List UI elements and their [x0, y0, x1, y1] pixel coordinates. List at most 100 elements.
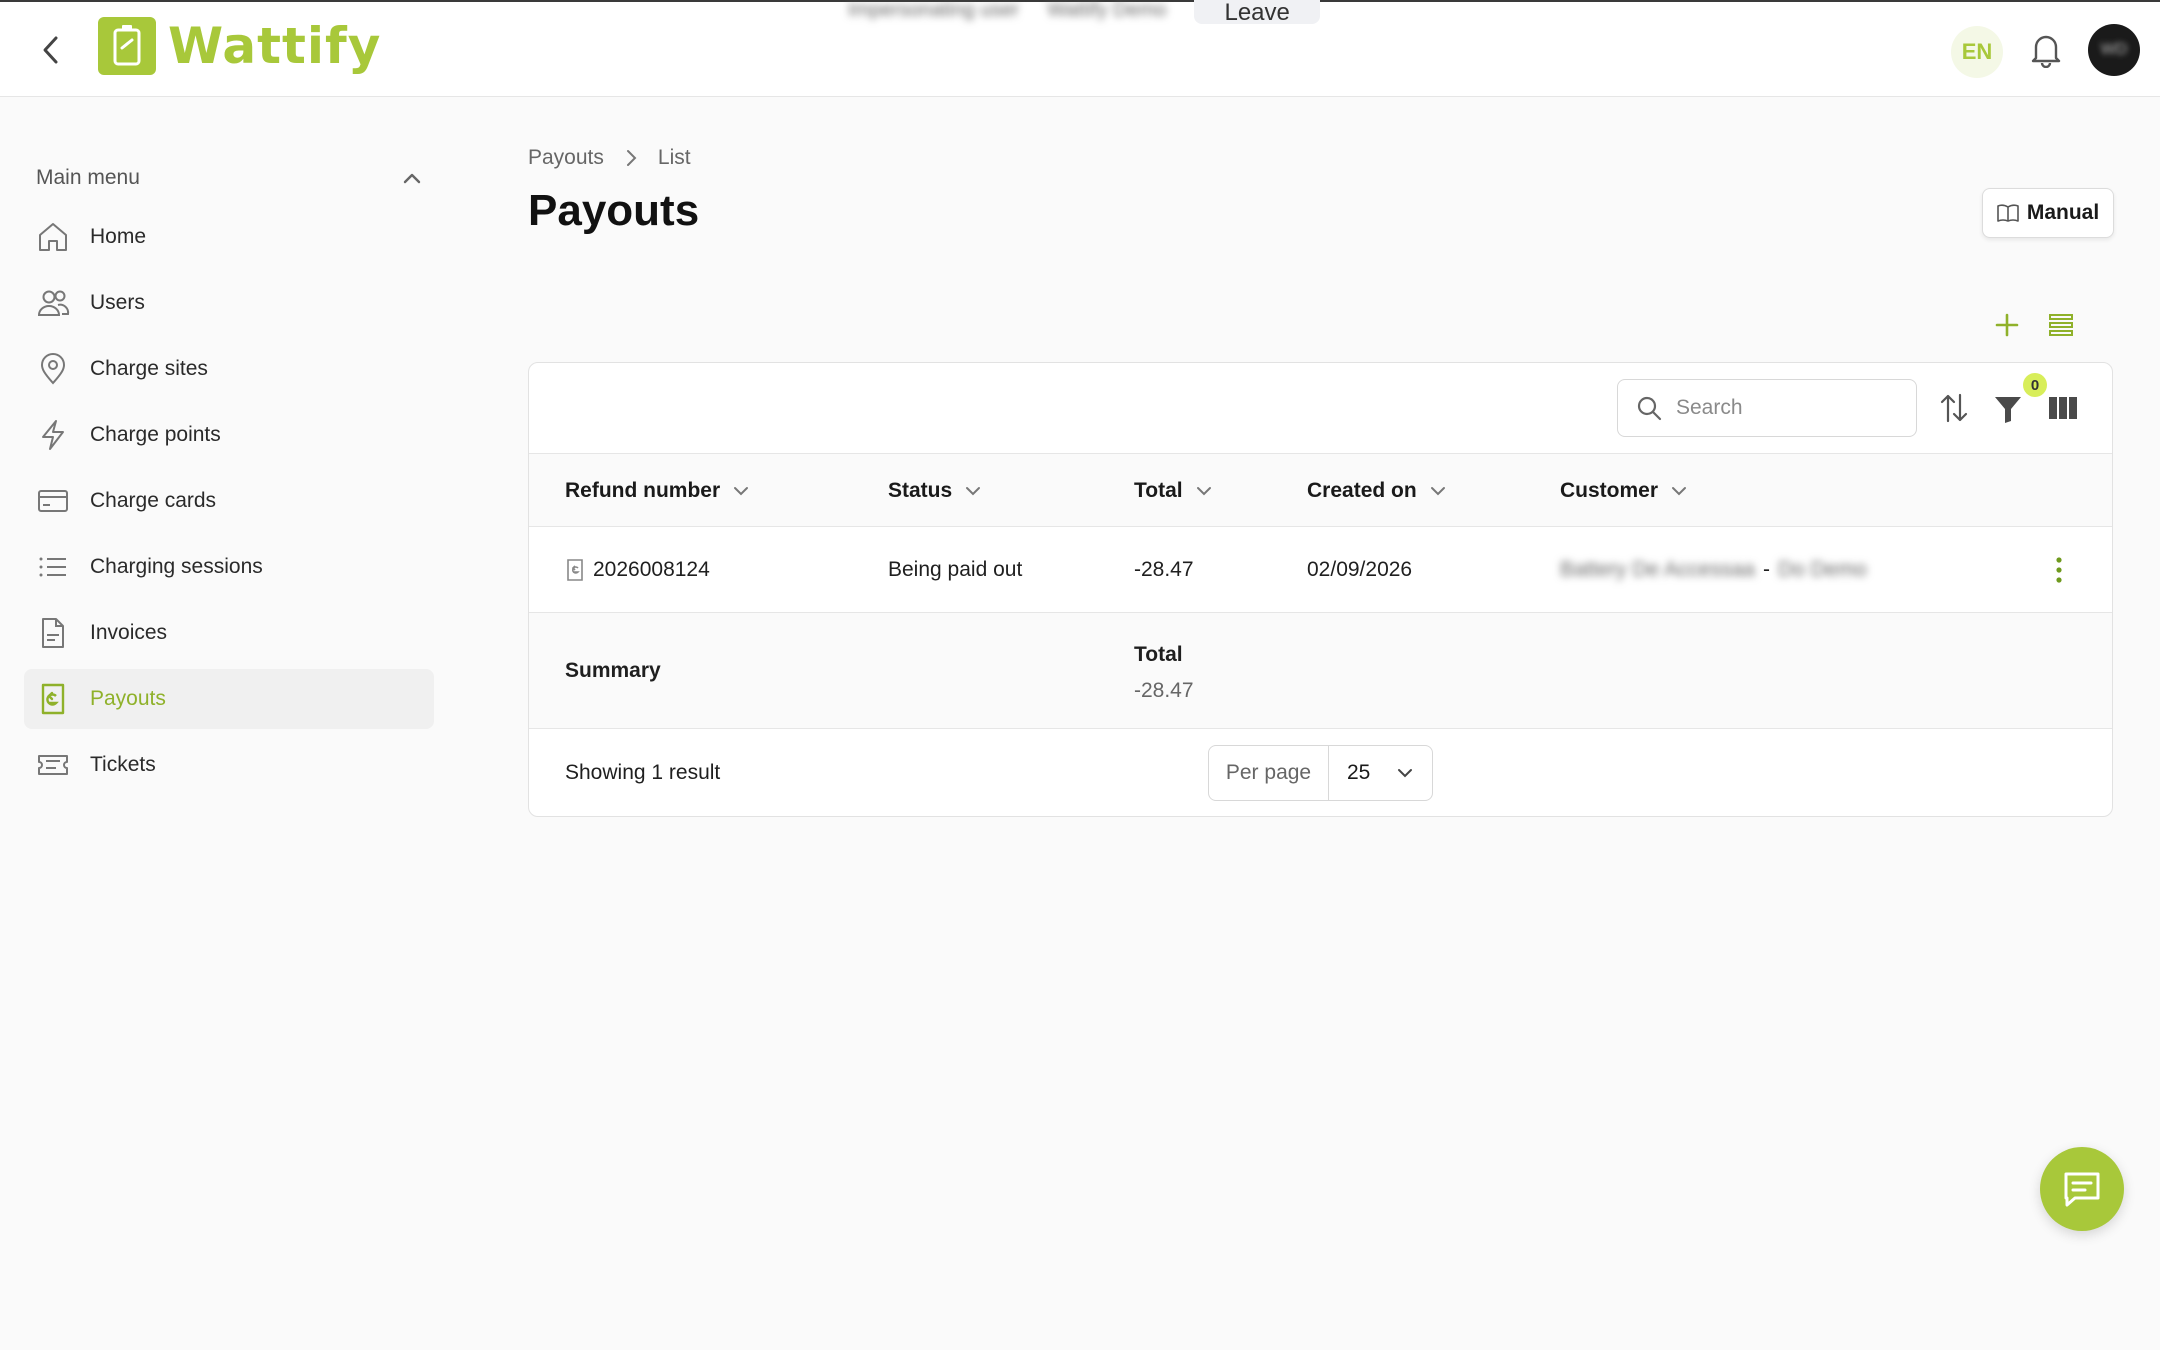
column-header-total[interactable]: Total: [1134, 454, 1213, 528]
chevron-up-icon: [403, 173, 421, 184]
columns-button[interactable]: [2047, 393, 2079, 423]
column-header-status[interactable]: Status: [888, 454, 982, 528]
summary-row: Summary Total -28.47: [529, 613, 2112, 729]
sidebar-item-label: Users: [90, 291, 145, 314]
user-avatar[interactable]: WD: [2088, 24, 2140, 76]
sidebar-item-charge-points[interactable]: Charge points: [24, 405, 434, 465]
home-icon: [39, 223, 67, 251]
notifications-button[interactable]: [2030, 32, 2062, 69]
top-bar: Impersonating user Wattify Demo Leave Wa…: [0, 0, 2160, 97]
sidebar-item-charge-sites[interactable]: Charge sites: [24, 339, 434, 399]
breadcrumb-payouts-link[interactable]: Payouts: [528, 146, 604, 170]
filter-count-badge: 0: [2023, 373, 2047, 397]
impersonated-user-name: Wattify Demo: [1047, 0, 1167, 21]
column-header-label: Total: [1134, 479, 1183, 502]
logo-text: Wattify: [168, 17, 382, 75]
manual-button[interactable]: Manual: [1982, 188, 2114, 238]
column-header-customer[interactable]: Customer: [1560, 454, 1688, 528]
payouts-table-card: 0 Refund number Status Total Created on: [528, 362, 2113, 817]
avatar-initials: WD: [2100, 41, 2128, 58]
card-icon: [38, 490, 68, 512]
breadcrumb-current: List: [657, 146, 691, 169]
page-title: Payouts: [528, 186, 700, 235]
created-on-cell: 02/09/2026: [1307, 558, 1413, 581]
sidebar-item-tickets[interactable]: Tickets: [24, 735, 434, 795]
sidebar-item-label: Invoices: [90, 621, 168, 644]
total-cell: -28.47: [1134, 558, 1194, 581]
per-page-select[interactable]: Per page 25: [1208, 745, 1433, 801]
app-root: Impersonating user Wattify Demo Leave Wa…: [0, 0, 2160, 1350]
leave-button[interactable]: Leave: [1194, 0, 1320, 25]
sidebar-item-invoices[interactable]: Invoices: [24, 603, 434, 663]
column-header-label: Created on: [1307, 479, 1417, 502]
language-switcher[interactable]: EN: [1951, 26, 2003, 78]
filter-button[interactable]: [1993, 393, 2023, 425]
status-cell: Being paid out: [888, 558, 1023, 581]
sidebar-item-payouts[interactable]: Payouts: [24, 669, 434, 729]
manual-button-label: Manual: [2026, 201, 2100, 224]
results-count: Showing 1 result: [565, 761, 721, 784]
chevron-left-icon: [43, 36, 58, 64]
list-view-icon: [2049, 314, 2073, 336]
main-menu-title: Main menu: [36, 166, 140, 189]
search-box[interactable]: [1617, 379, 1917, 437]
book-icon: [1997, 204, 2019, 222]
chat-bubble-icon: [2064, 1172, 2100, 1207]
per-page-value: 25: [1347, 761, 1371, 784]
main-nav: Home Users Charge sites Charge points Ch…: [24, 207, 434, 801]
summary-label: Summary: [565, 659, 661, 682]
column-header-refund-number[interactable]: Refund number: [565, 454, 750, 528]
table-row[interactable]: 2026008124 Being paid out -28.47 02/09/2…: [529, 527, 2112, 613]
main-menu-toggle[interactable]: Main menu: [36, 163, 422, 193]
row-actions-button[interactable]: [2053, 553, 2065, 587]
battery-logo-icon: [98, 17, 156, 75]
filter-icon: [1995, 397, 2021, 423]
list-icon: [39, 557, 66, 577]
column-header-created-on[interactable]: Created on: [1307, 454, 1447, 528]
sort-arrows-icon: [1940, 393, 1968, 423]
search-input[interactable]: [1676, 396, 1876, 420]
sidebar-item-label: Home: [90, 225, 147, 248]
plus-icon: [1995, 313, 2019, 337]
chevron-down-icon: [1398, 769, 1412, 778]
search-icon: [1637, 396, 1662, 421]
chevron-down-icon: [1430, 487, 1445, 496]
sidebar-item-label: Charge cards: [90, 489, 217, 512]
chat-button[interactable]: [2040, 1147, 2124, 1231]
chevron-down-icon: [734, 487, 749, 496]
sidebar-item-label: Charging sessions: [90, 555, 263, 578]
column-header-label: Status: [888, 479, 953, 502]
summary-total-label: Total: [1134, 643, 1183, 666]
sidebar-item-charge-cards[interactable]: Charge cards: [24, 471, 434, 531]
sidebar-item-charging-sessions[interactable]: Charging sessions: [24, 537, 434, 597]
sidebar-item-label: Payouts: [90, 687, 166, 710]
location-pin-icon: [40, 353, 66, 385]
lightning-icon: [42, 420, 64, 450]
payout-icon: [567, 559, 583, 581]
kebab-menu-icon: [2056, 557, 2062, 583]
sort-button[interactable]: [1939, 391, 1969, 425]
customer-separator: -: [1762, 558, 1770, 581]
list-view-button[interactable]: [2046, 310, 2076, 340]
ticket-icon: [38, 755, 68, 775]
add-payout-button[interactable]: [1992, 310, 2022, 340]
chevron-right-icon: [626, 150, 637, 166]
chevron-down-icon: [1672, 487, 1687, 496]
customer-cell: Battery De Accessaa - Do Demo: [1560, 527, 1867, 613]
refund-number-link[interactable]: 2026008124: [593, 558, 710, 582]
chevron-down-icon: [1196, 487, 1211, 496]
back-button[interactable]: [36, 32, 66, 68]
impersonation-text: Impersonating user: [848, 0, 1020, 21]
columns-icon: [2049, 397, 2077, 419]
logo[interactable]: Wattify: [98, 17, 381, 75]
per-page-value-box[interactable]: 25: [1329, 761, 1432, 785]
customer-organization[interactable]: Do Demo: [1778, 558, 1867, 582]
column-header-label: Customer: [1560, 479, 1659, 502]
column-header-label: Refund number: [565, 479, 721, 502]
sidebar-item-home[interactable]: Home: [24, 207, 434, 267]
impersonation-banner: Impersonating user Wattify Demo Leave: [848, 0, 1320, 25]
sidebar-item-users[interactable]: Users: [24, 273, 434, 333]
summary-total-value: -28.47: [1134, 679, 1194, 702]
sidebar-item-label: Tickets: [90, 753, 156, 776]
customer-name[interactable]: Battery De Accessaa: [1560, 558, 1755, 582]
